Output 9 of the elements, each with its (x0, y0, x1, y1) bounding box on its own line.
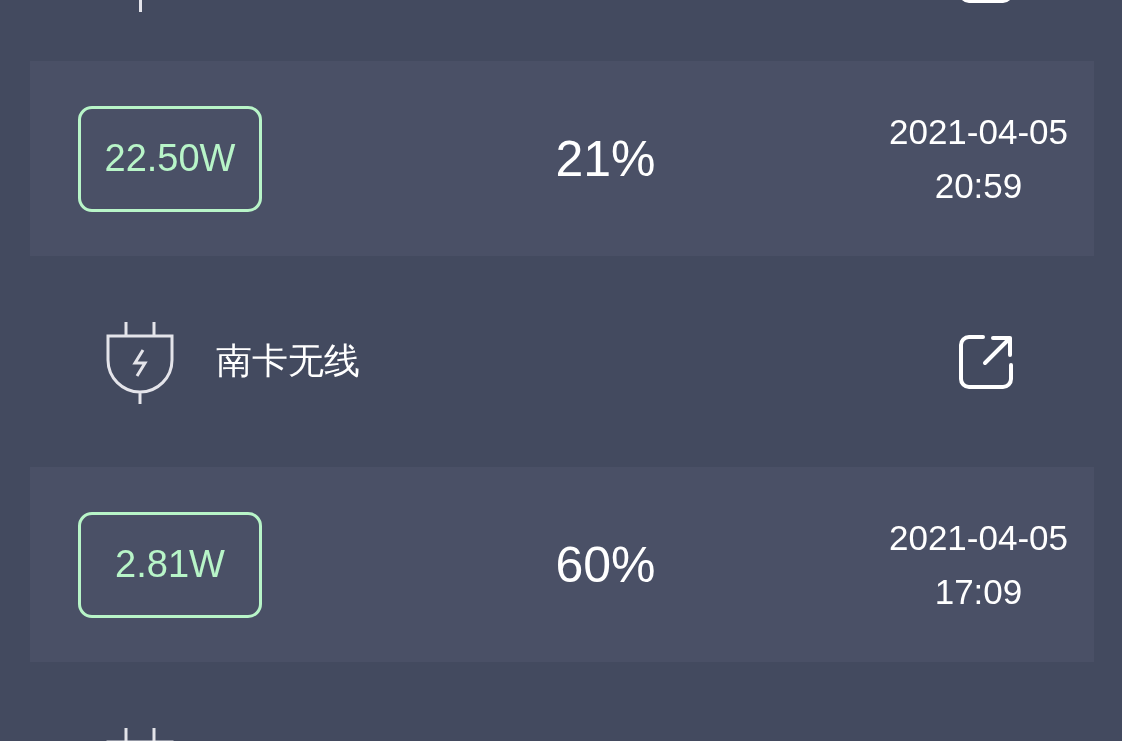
record-time: 17:09 (934, 570, 1023, 613)
record-date: 2021-04-05 (888, 110, 1068, 153)
battery-percent: 21% (554, 129, 657, 188)
power-badge: 22.50W (78, 105, 262, 212)
record-time: 20:59 (934, 164, 1023, 207)
power-badge: 2.81W (78, 511, 262, 618)
record-date: 2021-04-05 (888, 516, 1068, 559)
device-name: 南卡无线 (216, 339, 360, 383)
battery-percent: 60% (554, 535, 657, 594)
